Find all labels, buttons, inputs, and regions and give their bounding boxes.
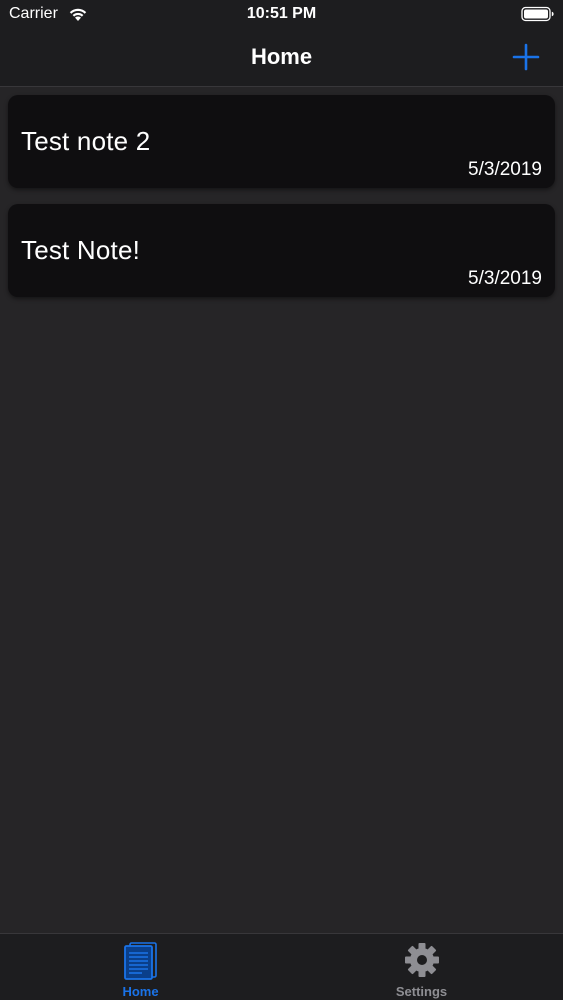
plus-icon <box>512 43 540 71</box>
status-time: 10:51 PM <box>246 5 317 22</box>
note-title: Test note 2 <box>21 126 151 156</box>
add-note-button[interactable] <box>509 40 543 74</box>
tab-settings[interactable]: Settings <box>281 934 562 1000</box>
tab-bar: Home Settings <box>0 933 563 1000</box>
tab-settings-label: Settings <box>395 984 448 999</box>
home-screen: Carrier 10:51 PM Home Test note 2 5/3/20… <box>0 0 563 1000</box>
tab-home-label: Home <box>122 984 159 999</box>
battery-icon <box>521 6 554 22</box>
page-title: Home <box>250 44 313 69</box>
tab-home[interactable]: Home <box>0 934 281 1000</box>
gear-icon <box>404 943 439 977</box>
notes-icon <box>123 942 157 980</box>
note-date: 5/3/2019 <box>468 268 542 289</box>
note-title: Test Note! <box>21 235 141 265</box>
note-date: 5/3/2019 <box>468 159 542 180</box>
note-card[interactable]: Test note 2 5/3/2019 <box>8 95 555 188</box>
note-card[interactable]: Test Note! 5/3/2019 <box>8 204 555 297</box>
navigation-bar: Home <box>0 30 563 87</box>
status-bar: Carrier 10:51 PM <box>0 0 563 30</box>
notes-list: Test note 2 5/3/2019 Test Note! 5/3/2019 <box>8 95 555 313</box>
